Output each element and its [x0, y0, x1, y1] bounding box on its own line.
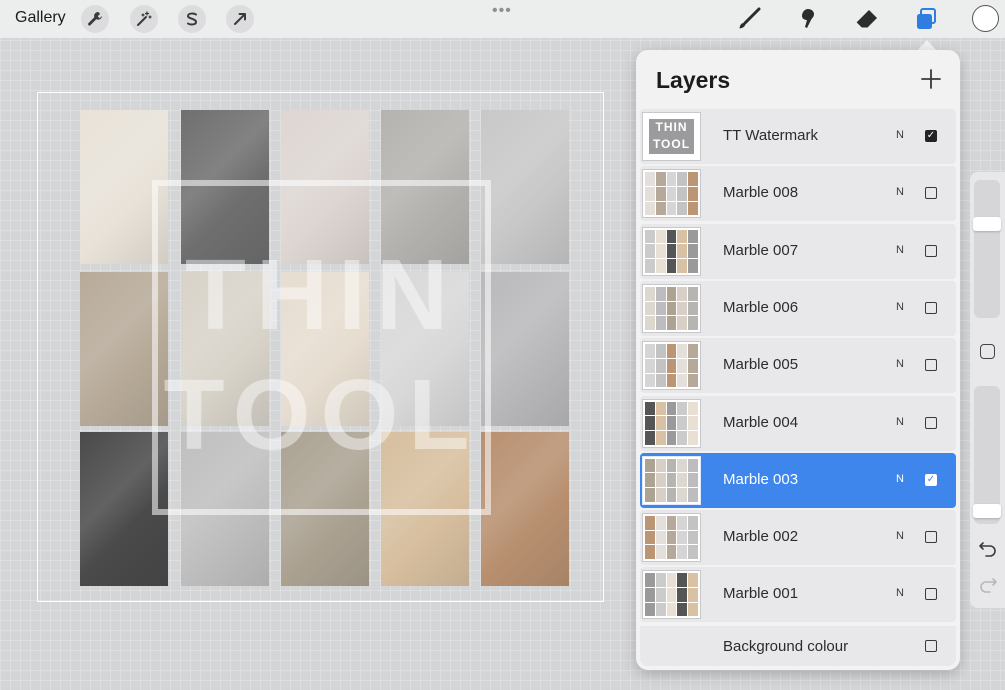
layer-row[interactable]: Marble 007 N — [640, 223, 956, 279]
layer-name: Background colour — [723, 638, 849, 655]
layer-row[interactable]: Marble 002 N — [640, 510, 956, 566]
layer-row[interactable]: Marble 005 N — [640, 338, 956, 394]
top-toolbar: Gallery ••• — [0, 0, 1005, 38]
wrench-icon[interactable] — [81, 5, 109, 33]
layer-thumbnail — [642, 341, 701, 391]
layer-name: TT Watermark — [723, 127, 819, 144]
layers-icon[interactable] — [911, 5, 941, 33]
panel-title: Layers — [656, 67, 731, 93]
layer-name: Marble 007 — [723, 241, 799, 259]
background-colour-row[interactable]: Background colour — [640, 626, 956, 666]
brush-icon[interactable] — [734, 5, 764, 33]
smudge-icon[interactable] — [792, 5, 822, 33]
more-dots-icon[interactable]: ••• — [492, 2, 512, 20]
magic-wand-icon[interactable] — [130, 5, 158, 33]
watermark-text: THIN TOOL — [152, 235, 491, 475]
blend-mode-button[interactable]: N — [896, 244, 904, 256]
modify-button[interactable] — [980, 344, 995, 359]
marble-tile — [481, 110, 569, 264]
thumb-text1: THIN — [655, 120, 688, 134]
layer-row[interactable]: Marble 001 N — [640, 567, 956, 623]
blend-mode-button[interactable]: N — [896, 530, 904, 542]
opacity-knob[interactable] — [973, 503, 1001, 518]
thumb-text2: TOOL — [652, 137, 691, 151]
layer-thumbnail — [642, 455, 701, 505]
blend-mode-button[interactable]: N — [896, 129, 904, 141]
visibility-checkbox[interactable] — [925, 301, 937, 314]
visibility-checkbox[interactable] — [925, 588, 937, 601]
blend-mode-button[interactable]: N — [896, 416, 904, 428]
eraser-icon[interactable] — [852, 5, 882, 33]
layers-panel: Layers THIN TOOL TT Watermark N ✓ Marble 008 N… — [636, 50, 960, 670]
marble-tile — [481, 432, 569, 586]
color-picker-button[interactable] — [972, 5, 999, 32]
blend-mode-button[interactable]: N — [896, 358, 904, 370]
blend-mode-button[interactable]: N — [896, 186, 904, 198]
layer-name: Marble 004 — [723, 413, 799, 431]
watermark-line1: THIN — [184, 239, 459, 351]
blend-mode-button[interactable]: N — [896, 587, 904, 599]
undo-icon[interactable] — [978, 540, 998, 558]
visibility-checkbox[interactable]: ✓ — [925, 473, 937, 486]
blend-mode-button[interactable]: N — [896, 301, 904, 313]
brush-size-slider[interactable] — [974, 180, 1000, 318]
layer-row[interactable]: Marble 003 N ✓ — [640, 452, 956, 508]
layer-thumbnail: THIN TOOL — [642, 112, 701, 161]
visibility-checkbox[interactable] — [925, 640, 937, 652]
blend-mode-button[interactable]: N — [896, 473, 904, 485]
watermark-line2: TOOL — [163, 359, 480, 471]
layer-thumbnail — [642, 169, 701, 219]
layer-name: Marble 003 — [723, 470, 799, 488]
layer-row[interactable]: Marble 004 N — [640, 395, 956, 451]
selection-s-icon[interactable] — [178, 5, 206, 33]
layer-row[interactable]: Marble 006 N — [640, 280, 956, 336]
layer-thumbnail — [642, 513, 701, 563]
visibility-checkbox[interactable] — [925, 244, 937, 257]
layer-name: Marble 002 — [723, 528, 799, 546]
layer-thumbnail — [642, 283, 701, 333]
layer-thumbnail — [642, 570, 701, 620]
layer-row[interactable]: THIN TOOL TT Watermark N ✓ — [640, 109, 956, 164]
layer-name: Marble 008 — [723, 184, 799, 202]
visibility-checkbox[interactable] — [925, 531, 937, 544]
sidebar — [970, 172, 1005, 608]
layer-thumbnail — [642, 226, 701, 276]
visibility-checkbox[interactable] — [925, 359, 937, 372]
layer-name: Marble 001 — [723, 585, 799, 603]
redo-icon[interactable] — [978, 576, 998, 594]
marble-tile — [481, 272, 569, 426]
visibility-checkbox[interactable] — [925, 187, 937, 200]
add-layer-icon[interactable] — [919, 67, 943, 91]
layer-thumbnail — [642, 398, 701, 448]
layer-row[interactable]: Marble 008 N — [640, 166, 956, 222]
gallery-button[interactable]: Gallery — [15, 9, 66, 27]
layer-name: Marble 006 — [723, 298, 799, 316]
layer-name: Marble 005 — [723, 356, 799, 374]
visibility-checkbox[interactable] — [925, 416, 937, 429]
visibility-checkbox[interactable]: ✓ — [925, 130, 937, 142]
brush-size-knob[interactable] — [973, 217, 1001, 232]
transform-arrow-icon[interactable] — [226, 5, 254, 33]
